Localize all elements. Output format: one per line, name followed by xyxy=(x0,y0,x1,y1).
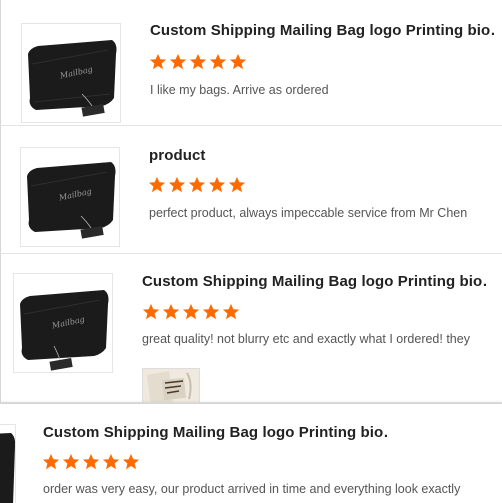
star-icon xyxy=(102,453,120,470)
review-comment: I like my bags. Arrive as ordered xyxy=(150,83,329,97)
star-icon xyxy=(209,53,227,70)
star-icon xyxy=(168,176,186,193)
product-thumbnail[interactable]: Mailbag xyxy=(20,147,120,247)
product-title[interactable]: Custom Shipping Mailing Bag logo Printin… xyxy=(43,424,388,441)
star-rating xyxy=(142,303,240,321)
star-icon xyxy=(189,53,207,70)
review-comment: perfect product, always impeccable servi… xyxy=(149,206,468,220)
star-icon xyxy=(182,303,200,320)
star-icon xyxy=(149,53,167,70)
star-icon xyxy=(208,176,226,193)
star-icon xyxy=(42,453,60,470)
mailing-bag-image: Mailbag xyxy=(14,274,112,372)
mailing-bag-image: Mailbag xyxy=(21,148,119,246)
star-icon xyxy=(142,303,160,320)
star-icon xyxy=(162,303,180,320)
star-icon xyxy=(62,453,80,470)
review-card[interactable]: Custom Shipping Mailing Bag logo Printin… xyxy=(0,403,502,503)
review-card[interactable]: Mailbag Custom Shipping Mailing Bag logo… xyxy=(0,254,502,403)
star-icon xyxy=(148,176,166,193)
mailing-bag-image: Mailbag xyxy=(22,24,120,122)
star-icon xyxy=(122,453,140,470)
star-rating xyxy=(149,53,247,71)
mailing-bag-image xyxy=(0,425,15,503)
review-card[interactable]: Mailbag product perfect product, always … xyxy=(0,126,502,254)
star-icon xyxy=(169,53,187,70)
review-comment: great quality! not blurry etc and exactl… xyxy=(142,332,470,346)
review-photo[interactable] xyxy=(142,368,200,402)
star-rating xyxy=(42,453,140,471)
product-title[interactable]: Custom Shipping Mailing Bag logo Printin… xyxy=(142,273,487,290)
product-title[interactable]: Custom Shipping Mailing Bag logo Printin… xyxy=(150,22,495,39)
product-thumbnail[interactable]: Mailbag xyxy=(21,23,121,123)
product-title[interactable]: product xyxy=(149,147,206,164)
star-rating xyxy=(148,176,246,194)
star-icon xyxy=(228,176,246,193)
star-icon xyxy=(82,453,100,470)
product-thumbnail[interactable]: Mailbag xyxy=(13,273,113,373)
star-icon xyxy=(202,303,220,320)
review-card[interactable]: Mailbag Custom Shipping Mailing Bag logo… xyxy=(0,0,502,126)
review-comment: order was very easy, our product arrived… xyxy=(43,482,461,496)
star-icon xyxy=(188,176,206,193)
star-icon xyxy=(222,303,240,320)
star-icon xyxy=(229,53,247,70)
product-thumbnail[interactable] xyxy=(0,424,16,503)
review-photo-image xyxy=(143,369,199,402)
